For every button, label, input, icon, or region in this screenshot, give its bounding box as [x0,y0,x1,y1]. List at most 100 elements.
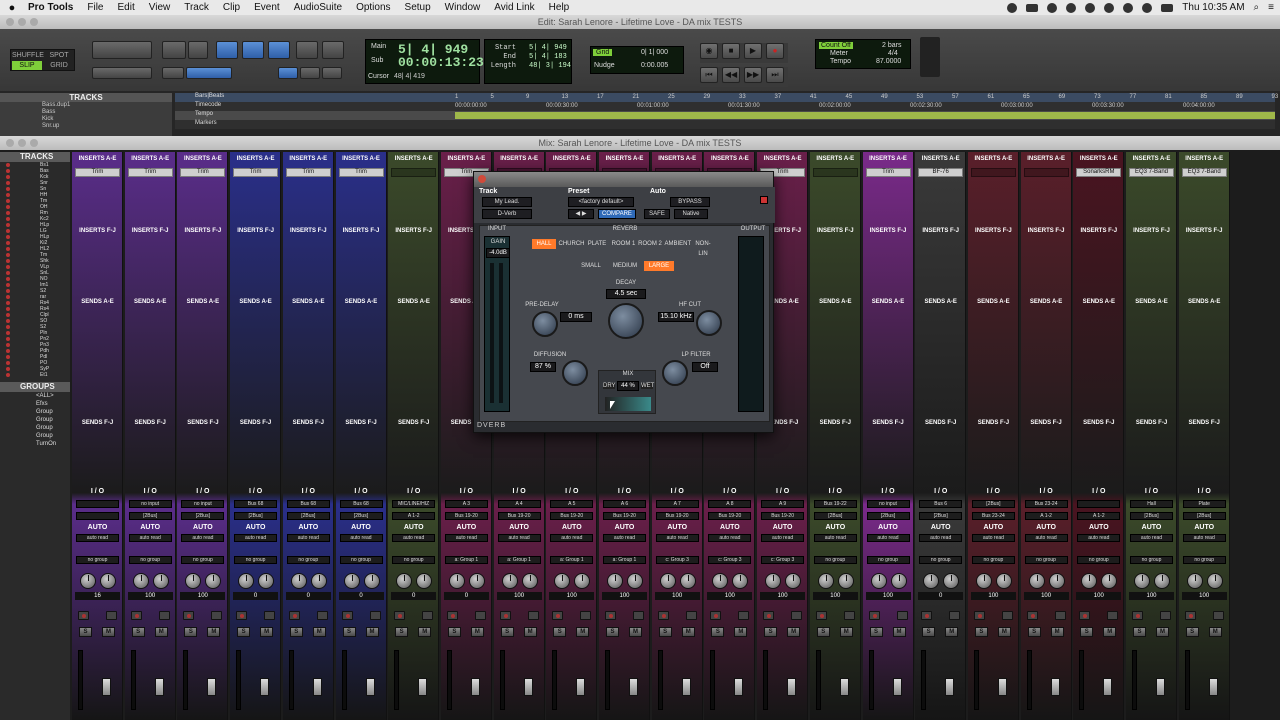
pan-knob[interactable] [501,573,518,589]
screen-icon[interactable] [1026,3,1039,12]
pan-value[interactable]: 100 [654,592,700,600]
group-list-item[interactable]: Group [0,424,70,432]
inserts-fj-label[interactable]: INSERTS F-J [177,226,228,236]
track-list-item[interactable]: Bass [0,109,172,116]
input-selector[interactable] [1077,500,1121,508]
pan-knob-right[interactable] [152,573,169,589]
plugin-title-bar[interactable] [474,172,773,187]
input-monitor-button[interactable] [1001,611,1013,620]
automation-mode-selector[interactable]: auto read [286,534,330,542]
ruler-markers[interactable]: Markers [175,120,1275,129]
menu-options[interactable]: Options [349,2,397,13]
record-enable-button[interactable] [763,611,775,620]
ruler-timecode[interactable]: Timecode 00:00:00:00 00:00:30:00 00:01:00:0… [175,102,1275,111]
sends-fj-label[interactable]: SENDS F-J [810,418,861,428]
diffusion-value[interactable]: 87 % [530,362,556,372]
group-list-item[interactable]: Group [0,416,70,424]
sends-fj-label[interactable]: SENDS F-J [72,418,123,428]
sends-fj-label[interactable]: SENDS F-J [1179,418,1230,428]
track-selector[interactable]: My Lead. [482,197,532,207]
inserts-ae-label[interactable]: INSERTS A-E [704,154,755,164]
lpfilter-value[interactable]: Off [692,362,718,372]
record-enable-button[interactable] [973,611,985,620]
output-selector[interactable]: [2Bus] [181,512,225,520]
volume-fader[interactable] [154,678,164,696]
sends-ae-label[interactable]: SENDS A-E [1021,297,1072,307]
insert-slot[interactable]: EQ3 7-Band [1129,168,1174,177]
mirror-midi[interactable] [278,67,298,79]
record-status-icon[interactable] [1007,2,1018,13]
inserts-fj-label[interactable]: INSERTS F-J [863,226,914,236]
sends-fj-label[interactable]: SENDS F-J [1021,418,1072,428]
volume-fader[interactable] [734,678,744,696]
mute-button[interactable]: M [576,627,590,637]
mute-button[interactable]: M [1050,627,1064,637]
automation-mode-selector[interactable]: auto read [919,534,963,542]
menu-edit[interactable]: Edit [111,2,142,13]
end-value[interactable]: 5| 4| 183 [529,53,567,61]
volume-fader[interactable] [576,678,586,696]
group-selector[interactable]: no group [128,556,172,564]
mute-button[interactable]: M [470,627,484,637]
input-selector[interactable]: A 7 [655,500,699,508]
inserts-fj-label[interactable]: INSERTS F-J [1073,226,1124,236]
pan-knob-right[interactable] [837,573,854,589]
insert-slot[interactable] [1023,168,1069,177]
sends-fj-label[interactable]: SENDS F-J [336,418,387,428]
solo-button[interactable]: S [131,627,145,637]
insert-slot[interactable] [391,168,437,177]
gain-fader-track[interactable] [499,263,503,403]
pan-knob-right[interactable] [468,573,485,589]
mute-button[interactable]: M [997,627,1011,637]
play-button[interactable]: ▶ [744,43,762,59]
record-enable-button[interactable] [236,611,248,620]
record-enable-button[interactable] [1184,611,1196,620]
mute-button[interactable]: M [787,627,801,637]
sends-fj-label[interactable]: SENDS F-J [283,418,334,428]
dropbox-icon[interactable] [1047,2,1058,13]
tracks-panel-title[interactable]: TRACKS [0,93,172,102]
safe-button[interactable]: SAFE [644,209,670,219]
pan-knob[interactable] [1081,573,1098,589]
input-monitor-button[interactable] [633,611,644,620]
inserts-ae-label[interactable]: INSERTS A-E [1073,154,1124,164]
volume-fader[interactable] [787,678,797,696]
input-selector[interactable]: A 3 [444,500,488,508]
volume-fader[interactable] [629,678,638,696]
zoomer-tool[interactable] [162,41,186,59]
input-selector[interactable]: A 9 [761,500,805,508]
volume-fader[interactable] [892,678,902,696]
mute-button[interactable]: M [892,627,906,637]
pan-knob-right[interactable] [1154,573,1170,589]
input-selector[interactable]: Hall [1130,500,1173,508]
input-monitor-button[interactable] [1160,611,1171,620]
automation-mode-selector[interactable]: auto read [128,534,172,542]
pan-knob-right[interactable] [521,573,538,589]
pan-knob-right[interactable] [995,573,1012,589]
sends-fj-label[interactable]: SENDS F-J [388,418,439,428]
pan-knob-right[interactable] [574,573,591,589]
inserts-ae-label[interactable]: INSERTS A-E [863,154,914,164]
algorithm-tab-room-1[interactable]: ROOM 1 [612,239,636,249]
record-enable-button[interactable] [446,611,458,620]
menu-setup[interactable]: Setup [398,2,438,13]
algorithm-tab-ambient[interactable]: AMBIENT [665,239,692,249]
sends-ae-label[interactable]: SENDS A-E [125,297,176,307]
input-monitor-button[interactable] [843,611,855,620]
record-enable-button[interactable] [288,611,300,620]
automation-mode-selector[interactable]: auto read [76,534,119,542]
online-button[interactable]: ◉ [700,43,718,59]
algorithm-tab-hall[interactable]: HALL [532,239,556,249]
inserts-fj-label[interactable]: INSERTS F-J [1126,226,1177,236]
solo-button[interactable]: S [79,627,92,637]
group-selector[interactable]: no group [1077,556,1121,564]
inserts-fj-label[interactable]: INSERTS F-J [283,226,334,236]
input-monitor-button[interactable] [474,611,486,620]
solo-button[interactable]: S [184,627,198,637]
record-enable-button[interactable] [605,611,616,620]
pan-value[interactable]: 100 [1076,592,1122,600]
pan-value[interactable]: 16 [75,592,120,600]
solo-button[interactable]: S [553,627,567,637]
inserts-ae-label[interactable]: INSERTS A-E [177,154,228,164]
output-selector[interactable]: [2Bus] [919,512,963,520]
